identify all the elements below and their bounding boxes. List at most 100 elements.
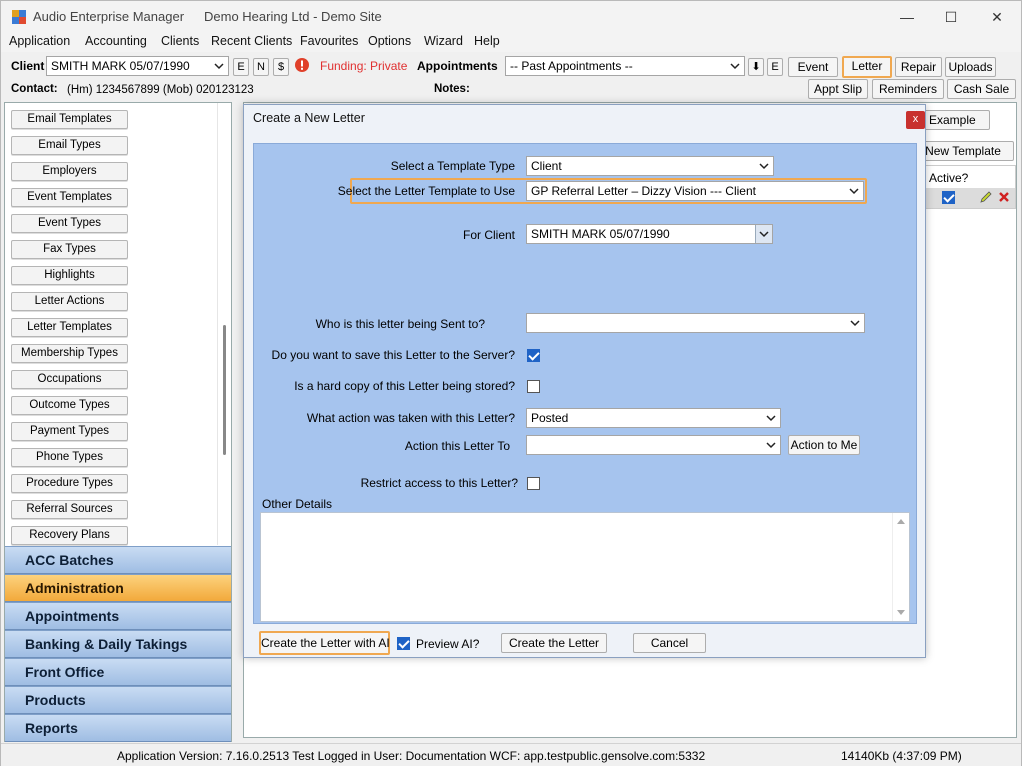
other-details-textarea[interactable] <box>260 512 910 622</box>
template-type-value: Client <box>531 159 562 173</box>
sidebar-item-phone-types[interactable]: Phone Types <box>11 448 128 467</box>
scroll-down-icon[interactable] <box>896 609 906 617</box>
sidebar-item-membership-types[interactable]: Membership Types <box>11 344 128 363</box>
dialog-form: Select a Template Type Client Select the… <box>253 143 917 624</box>
cash-sale-button[interactable]: Cash Sale <box>947 79 1016 99</box>
maximize-button[interactable]: ☐ <box>931 5 971 29</box>
delete-icon[interactable] <box>997 190 1011 204</box>
cancel-button[interactable]: Cancel <box>633 633 706 653</box>
scrollbar-thumb[interactable] <box>223 325 226 455</box>
client-combo-value: SMITH MARK 05/07/1990 <box>51 59 190 73</box>
letter-template-label: Select the Letter Template to Use <box>337 184 515 198</box>
client-account-button[interactable]: $ <box>273 58 289 76</box>
nav-front-office[interactable]: Front Office <box>5 658 231 686</box>
sidebar: Email Templates Email Types Employers Ev… <box>4 102 232 742</box>
nav-appointments[interactable]: Appointments <box>5 602 231 630</box>
template-type-select[interactable]: Client <box>526 156 774 176</box>
sidebar-item-outcome-types[interactable]: Outcome Types <box>11 396 128 415</box>
nav-banking-daily-takings[interactable]: Banking & Daily Takings <box>5 630 231 658</box>
for-client-value: SMITH MARK 05/07/1990 <box>531 227 670 241</box>
menu-application[interactable]: Application <box>9 34 70 48</box>
sidebar-scrollbar[interactable] <box>217 103 231 545</box>
action-taken-select[interactable]: Posted <box>526 408 781 428</box>
action-to-select[interactable] <box>526 435 781 455</box>
site-title: Demo Hearing Ltd - Demo Site <box>204 9 382 24</box>
create-letter-button[interactable]: Create the Letter <box>501 633 607 653</box>
hard-copy-label: Is a hard copy of this Letter being stor… <box>294 379 515 393</box>
dialog-close-button[interactable]: x <box>906 111 925 129</box>
appointments-combo-value: -- Past Appointments -- <box>510 59 633 73</box>
table-row[interactable] <box>925 188 1015 208</box>
chevron-down-icon <box>849 188 859 195</box>
client-label: Client <box>11 59 45 73</box>
nav-acc-batches[interactable]: ACC Batches <box>5 546 231 574</box>
sidebar-item-fax-types[interactable]: Fax Types <box>11 240 128 259</box>
letter-button[interactable]: Letter <box>842 56 892 78</box>
sidebar-item-event-types[interactable]: Event Types <box>11 214 128 233</box>
menu-options[interactable]: Options <box>368 34 411 48</box>
edit-pencil-icon[interactable] <box>979 190 993 204</box>
chevron-down-icon <box>214 63 224 70</box>
reminders-button[interactable]: Reminders <box>872 79 944 99</box>
appointment-edit-button[interactable]: E <box>767 58 783 76</box>
hard-copy-checkbox[interactable] <box>527 380 540 393</box>
alert-icon[interactable] <box>294 57 310 73</box>
nav-products[interactable]: Products <box>5 686 231 714</box>
client-combo[interactable]: SMITH MARK 05/07/1990 <box>46 56 229 76</box>
sidebar-item-letter-templates[interactable]: Letter Templates <box>11 318 128 337</box>
client-new-button[interactable]: N <box>253 58 269 76</box>
menu-accounting[interactable]: Accounting <box>85 34 147 48</box>
create-letter-dialog: Create a New Letter x Select a Template … <box>243 104 926 658</box>
sidebar-item-occupations[interactable]: Occupations <box>11 370 128 389</box>
menu-help[interactable]: Help <box>474 34 500 48</box>
nav-administration[interactable]: Administration <box>5 574 231 602</box>
active-checkbox[interactable] <box>942 191 955 204</box>
event-button[interactable]: Event <box>788 57 838 77</box>
appointments-combo[interactable]: -- Past Appointments -- <box>505 56 745 76</box>
textarea-scrollbar[interactable] <box>892 513 909 621</box>
sent-to-select[interactable] <box>526 313 865 333</box>
client-edit-button[interactable]: E <box>233 58 249 76</box>
sidebar-item-email-types[interactable]: Email Types <box>11 136 128 155</box>
action-to-me-button[interactable]: Action to Me <box>788 435 860 455</box>
sidebar-item-employers[interactable]: Employers <box>11 162 128 181</box>
create-letter-ai-button[interactable]: Create the Letter with AI <box>259 631 390 655</box>
scroll-up-icon[interactable] <box>896 517 906 525</box>
sent-to-label: Who is this letter being Sent to? <box>315 317 485 331</box>
menu-wizard[interactable]: Wizard <box>424 34 463 48</box>
sidebar-item-payment-types[interactable]: Payment Types <box>11 422 128 441</box>
sidebar-item-event-templates[interactable]: Event Templates <box>11 188 128 207</box>
for-client-select[interactable]: SMITH MARK 05/07/1990 <box>526 224 773 244</box>
restrict-checkbox[interactable] <box>527 477 540 490</box>
menu-recent-clients[interactable]: Recent Clients <box>211 34 292 48</box>
sidebar-item-referral-sources[interactable]: Referral Sources <box>11 500 128 519</box>
menu-clients[interactable]: Clients <box>161 34 199 48</box>
app-window: Audio Enterprise Manager Demo Hearing Lt… <box>0 0 1022 766</box>
nav-reports[interactable]: Reports <box>5 714 231 742</box>
for-client-dropdown-button[interactable] <box>755 225 772 243</box>
letter-template-select[interactable]: GP Referral Letter – Dizzy Vision --- Cl… <box>526 181 864 201</box>
sidebar-item-letter-actions[interactable]: Letter Actions <box>11 292 128 311</box>
sidebar-item-procedure-types[interactable]: Procedure Types <box>11 474 128 493</box>
appt-slip-button[interactable]: Appt Slip <box>808 79 868 99</box>
repair-button[interactable]: Repair <box>895 57 942 77</box>
uploads-button[interactable]: Uploads <box>945 57 996 77</box>
notes-label: Notes: <box>434 83 470 95</box>
template-type-label: Select a Template Type <box>390 159 515 173</box>
other-details-label: Other Details <box>262 497 333 511</box>
chevron-down-icon <box>766 415 776 422</box>
sidebar-item-email-templates[interactable]: Email Templates <box>11 110 128 129</box>
close-window-button[interactable]: ✕ <box>977 5 1017 29</box>
menu-favourites[interactable]: Favourites <box>300 34 358 48</box>
appointments-label: Appointments <box>417 59 498 73</box>
dialog-title: Create a New Letter <box>253 111 365 125</box>
download-button[interactable]: ⬇ <box>748 58 764 76</box>
save-server-checkbox[interactable] <box>527 349 540 362</box>
sidebar-item-highlights[interactable]: Highlights <box>11 266 128 285</box>
sidebar-item-recovery-plans[interactable]: Recovery Plans <box>11 526 128 545</box>
status-version: Application Version: 7.16.0.2513 Test Lo… <box>117 749 706 763</box>
chevron-down-icon <box>730 63 740 70</box>
preview-ai-checkbox[interactable] <box>397 637 410 650</box>
app-logo-icon <box>12 10 26 24</box>
minimize-button[interactable]: — <box>887 5 927 29</box>
